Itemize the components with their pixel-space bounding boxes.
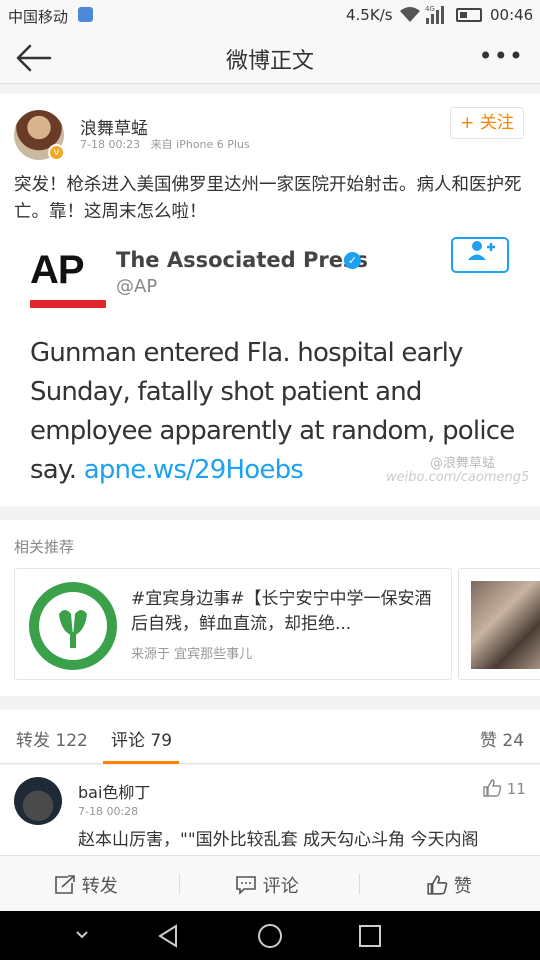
- thumbs-up-icon: [427, 875, 448, 895]
- active-tab-indicator: [103, 761, 179, 764]
- tab-comment[interactable]: 评论 79: [111, 726, 172, 751]
- repost-icon: [55, 875, 75, 894]
- twitter-follow-icon: [451, 237, 509, 273]
- comment-text: 赵本山厉害，""国外比较乱套 成天勾心斗角 今天内阁: [78, 830, 479, 850]
- signal-icon: 4G: [425, 5, 444, 24]
- related-card-source: 来源于 宜宾那些事儿: [131, 647, 253, 662]
- related-card[interactable]: #宜宾身边事#【长宁安宁中学一保安酒后自残，鲜血直流，却拒绝... 来源于 宜宾…: [14, 568, 452, 680]
- post-date: 7-18 00:23: [80, 138, 141, 151]
- comment-icon: [236, 876, 256, 895]
- repost-button[interactable]: 转发: [54, 872, 118, 898]
- like-button[interactable]: 赞: [426, 872, 472, 898]
- related-title: 相关推荐: [14, 538, 75, 556]
- tab-repost[interactable]: 转发 122: [16, 726, 88, 751]
- comment-button[interactable]: 评论: [235, 872, 299, 898]
- carrier-label: 中国移动: [8, 8, 69, 26]
- clock: 00:46: [490, 6, 534, 24]
- sim-icon: [78, 7, 93, 22]
- related-section: 相关推荐 #宜宾身边事#【长宁安宁中学一保安酒后自残，鲜血直流，却拒绝... 来…: [0, 520, 540, 696]
- svg-text:4G: 4G: [425, 5, 435, 13]
- battery-icon: [456, 8, 482, 22]
- status-bar: 中国移动 4.5K/s 4G 00:46: [0, 0, 540, 32]
- recents-nav-icon[interactable]: [357, 923, 383, 949]
- related-card-2-image: [471, 581, 540, 669]
- tweet-link: apne.ws/29Hoebs: [83, 455, 304, 485]
- verified-badge-icon: v: [48, 144, 65, 161]
- ap-logo-bar: [30, 300, 106, 308]
- top-navbar: 微博正文 •••: [0, 32, 540, 84]
- comment-username[interactable]: bai色柳丁: [78, 779, 150, 803]
- ap-logo: AP: [30, 248, 85, 292]
- comment-item[interactable]: bai色柳丁 7-18 00:28 11 赵本山厉害，""国外比较乱套 成天勾心…: [0, 765, 540, 855]
- twitter-verified-icon: ✓: [344, 252, 361, 269]
- post-meta: 7-18 00:23 来自 iPhone 6 Plus: [80, 136, 250, 152]
- bottom-toolbar: 转发 评论 赞: [0, 855, 540, 911]
- watermark-url: weibo.com/caomeng5: [386, 470, 530, 485]
- interaction-tabs: 转发 122 评论 79 赞 24: [0, 710, 540, 764]
- post-text: 突发！枪杀进入美国佛罗里达州一家医院开始射击。病人和医护死亡。靠！这周末怎么啦！: [14, 175, 522, 222]
- weibo-post: v 浪舞草蜢 7-18 00:23 来自 iPhone 6 Plus + 关注 …: [0, 94, 540, 506]
- thumbs-up-icon: [483, 779, 502, 797]
- comment-like-count: 11: [506, 780, 526, 798]
- tab-like[interactable]: 赞 24: [480, 726, 524, 751]
- home-nav-icon[interactable]: [256, 922, 284, 950]
- page-title: 微博正文: [225, 49, 314, 74]
- follow-button[interactable]: + 关注: [450, 107, 524, 139]
- related-card-text: #宜宾身边事#【长宁安宁中学一保安酒后自残，鲜血直流，却拒绝...: [131, 589, 432, 634]
- system-navbar: [0, 911, 540, 960]
- watermark: @浪舞草蜢: [430, 456, 496, 471]
- post-source: 来自 iPhone 6 Plus: [150, 138, 250, 151]
- wifi-icon: [400, 7, 420, 22]
- more-menu-icon[interactable]: •••: [479, 42, 524, 70]
- back-nav-icon[interactable]: [156, 923, 182, 949]
- comment-avatar[interactable]: [14, 777, 62, 825]
- related-card-2[interactable]: [458, 568, 540, 680]
- post-image[interactable]: AP The Associated Press ✓ @AP Gunman ent…: [14, 230, 530, 498]
- comment-like-button[interactable]: 11: [482, 779, 526, 798]
- tweet-handle: @AP: [116, 276, 158, 297]
- tweet-account-name: The Associated Press: [116, 248, 368, 272]
- yibin-logo: [29, 582, 117, 670]
- comment-time: 7-18 00:28: [78, 805, 139, 818]
- network-speed: 4.5K/s: [346, 6, 393, 24]
- hide-nav-icon[interactable]: [74, 929, 90, 941]
